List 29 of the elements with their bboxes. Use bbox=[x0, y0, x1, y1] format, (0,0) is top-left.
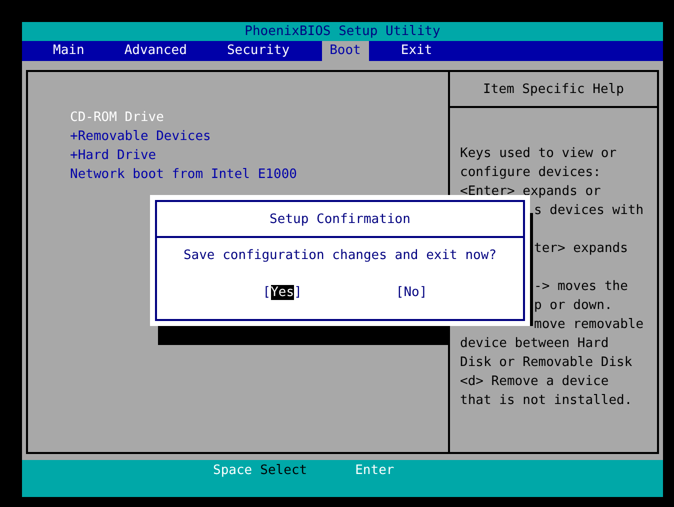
help-text-line: configure devices: bbox=[460, 164, 601, 182]
menu-tab[interactable]: Main bbox=[45, 41, 92, 61]
boot-device-item[interactable]: +Removable Devices bbox=[70, 127, 211, 146]
help-text-line: ter> expands bbox=[534, 240, 628, 258]
dialog-button[interactable]: [No] bbox=[396, 283, 428, 302]
menu-tab[interactable]: Exit bbox=[392, 41, 440, 61]
window-title: PhoenixBIOS Setup Utility bbox=[22, 22, 663, 41]
help-text-line: s devices with bbox=[534, 202, 644, 220]
menu-tab[interactable]: Advanced bbox=[116, 41, 195, 61]
help-text-line: move removable bbox=[534, 316, 644, 334]
menu-tab[interactable]: Security bbox=[218, 41, 298, 61]
dialog-message: Save configuration changes and exit now? bbox=[182, 247, 498, 265]
status-hint: Select bbox=[260, 462, 308, 480]
help-text-line: Keys used to view or bbox=[460, 145, 617, 163]
status-hint: Space bbox=[213, 462, 252, 480]
help-text-line: -> moves the bbox=[534, 278, 628, 296]
dialog-title: Setup Confirmation bbox=[157, 202, 523, 238]
help-text-line: <Enter> expands or bbox=[460, 183, 601, 201]
help-text-line: p or down. bbox=[534, 297, 612, 315]
help-text-line: Disk or Removable Disk bbox=[460, 354, 632, 372]
help-text-line: that is not installed. bbox=[460, 392, 632, 410]
dialog-button[interactable]: [Yes] bbox=[262, 283, 302, 302]
help-title: Item Specific Help bbox=[450, 72, 657, 108]
menu-tab[interactable]: Boot bbox=[322, 41, 369, 61]
help-text-line: <d> Remove a device bbox=[460, 373, 609, 391]
status-hint: Enter bbox=[355, 462, 394, 480]
boot-device-item[interactable]: +Hard Drive bbox=[70, 146, 156, 165]
boot-device-item[interactable]: Network boot from Intel E1000 bbox=[70, 165, 297, 184]
help-text-line: device between Hard bbox=[460, 335, 609, 353]
